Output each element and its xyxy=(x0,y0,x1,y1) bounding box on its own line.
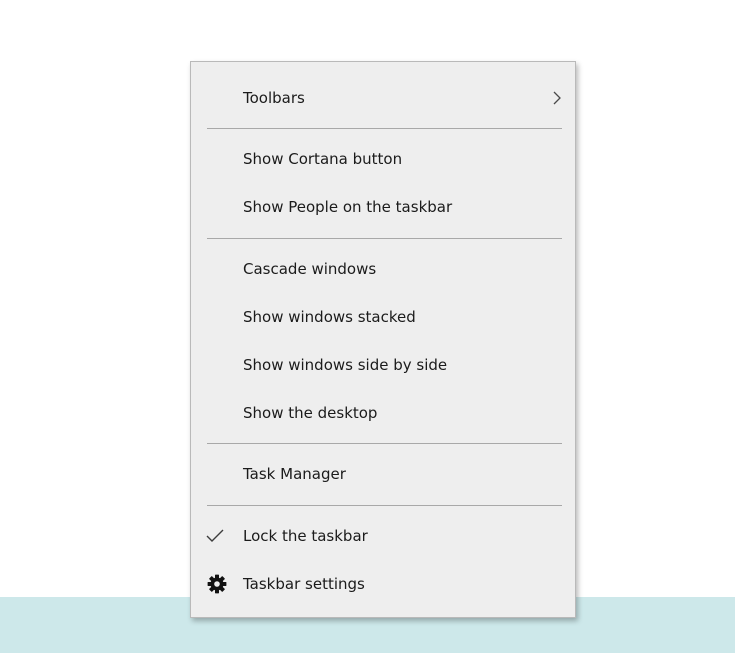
chevron-right-icon xyxy=(553,91,561,105)
menu-item-label: Lock the taskbar xyxy=(243,527,368,545)
menu-item-show-people[interactable]: Show People on the taskbar xyxy=(191,187,575,227)
menu-item-task-manager[interactable]: Task Manager xyxy=(191,454,575,494)
menu-item-show-desktop[interactable]: Show the desktop xyxy=(191,393,575,433)
menu-separator xyxy=(207,443,562,444)
menu-item-label: Show the desktop xyxy=(243,404,378,422)
menu-separator xyxy=(207,238,562,239)
menu-item-show-cortana-button[interactable]: Show Cortana button xyxy=(191,139,575,179)
menu-item-label: Cascade windows xyxy=(243,260,377,278)
menu-item-label: Show windows stacked xyxy=(243,308,416,326)
menu-item-label: Show People on the taskbar xyxy=(243,198,453,216)
menu-item-taskbar-settings[interactable]: Taskbar settings xyxy=(191,564,575,604)
taskbar-context-menu: Toolbars Show Cortana button Show People… xyxy=(190,61,576,618)
menu-item-lock-taskbar[interactable]: Lock the taskbar xyxy=(191,516,575,556)
menu-item-label: Task Manager xyxy=(243,465,346,483)
menu-separator xyxy=(207,128,562,129)
menu-item-label: Show windows side by side xyxy=(243,356,448,374)
menu-item-label: Toolbars xyxy=(243,89,305,107)
menu-separator xyxy=(207,505,562,506)
checkmark-icon xyxy=(206,529,224,542)
menu-item-label: Taskbar settings xyxy=(243,575,365,593)
gear-icon xyxy=(207,574,227,594)
menu-item-label: Show Cortana button xyxy=(243,150,403,168)
menu-item-cascade-windows[interactable]: Cascade windows xyxy=(191,249,575,289)
menu-item-show-windows-side-by-side[interactable]: Show windows side by side xyxy=(191,345,575,385)
menu-item-show-windows-stacked[interactable]: Show windows stacked xyxy=(191,297,575,337)
menu-item-toolbars[interactable]: Toolbars xyxy=(191,78,575,118)
